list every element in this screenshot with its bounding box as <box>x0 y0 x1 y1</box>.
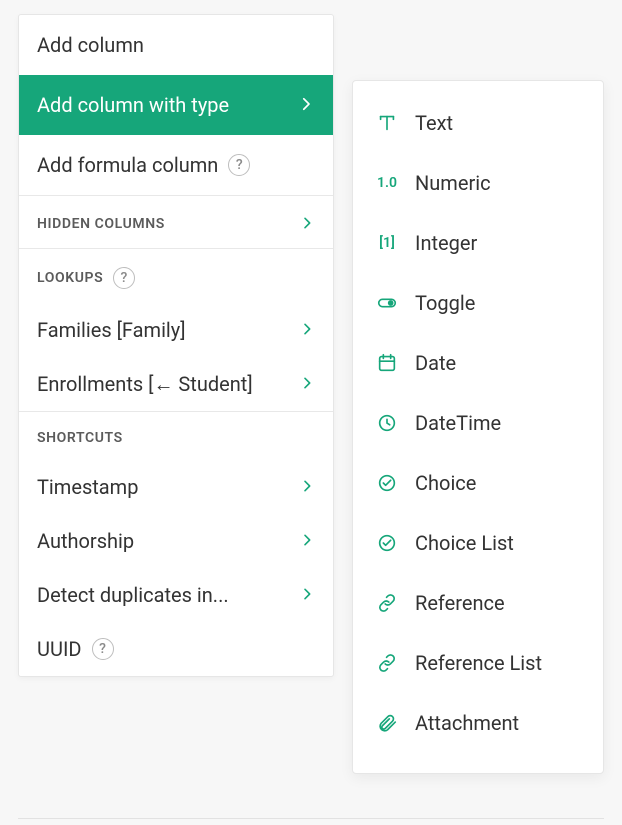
shortcut-item-timestamp[interactable]: Timestamp <box>19 460 333 514</box>
lookup-item-enrollments[interactable]: Enrollments [← Student] <box>19 357 333 411</box>
choice-icon <box>375 531 399 555</box>
add-formula-column-item[interactable]: Add formula column ? <box>19 135 333 195</box>
shortcuts-label: SHORTCUTS <box>37 430 123 446</box>
shortcut-item-uuid[interactable]: UUID ? <box>19 622 333 676</box>
chevron-right-icon <box>299 374 315 394</box>
type-item-choice-list[interactable]: Choice List <box>353 513 603 573</box>
type-label: Attachment <box>415 711 519 735</box>
lookup-item-families[interactable]: Families [Family] <box>19 303 333 357</box>
hidden-columns-label: HIDDEN COLUMNS <box>37 216 165 232</box>
text-icon <box>375 111 399 135</box>
type-item-numeric[interactable]: 1.0 Numeric <box>353 153 603 213</box>
reference-icon <box>375 651 399 675</box>
type-label: Choice List <box>415 531 514 555</box>
chevron-right-icon <box>299 320 315 340</box>
shortcuts-section: SHORTCUTS <box>19 412 333 460</box>
chevron-right-icon <box>299 477 315 497</box>
lookup-label: Enrollments [← Student] <box>37 372 253 397</box>
toggle-icon <box>375 291 399 315</box>
attachment-icon <box>375 711 399 735</box>
type-item-choice[interactable]: Choice <box>353 453 603 513</box>
type-label: Numeric <box>415 171 491 195</box>
add-column-item[interactable]: Add column <box>19 15 333 75</box>
shortcut-label: Authorship <box>37 529 134 553</box>
type-label: Integer <box>415 231 477 255</box>
lookups-label: LOOKUPS <box>37 270 103 286</box>
lookups-section: LOOKUPS ? <box>19 249 333 303</box>
type-item-datetime[interactable]: DateTime <box>353 393 603 453</box>
add-column-with-type-item[interactable]: Add column with type <box>19 75 333 135</box>
shortcut-label: Detect duplicates in... <box>37 583 229 607</box>
shortcut-label: UUID <box>37 637 82 661</box>
type-label: DateTime <box>415 411 501 435</box>
type-item-date[interactable]: Date <box>353 333 603 393</box>
type-label: Toggle <box>415 291 475 315</box>
chevron-right-icon <box>299 214 315 234</box>
type-item-integer[interactable]: [1] Integer <box>353 213 603 273</box>
type-item-reference-list[interactable]: Reference List <box>353 633 603 693</box>
type-item-reference[interactable]: Reference <box>353 573 603 633</box>
column-type-submenu: Text 1.0 Numeric [1] Integer Toggle Date… <box>352 80 604 774</box>
type-label: Reference List <box>415 651 542 675</box>
type-item-attachment[interactable]: Attachment <box>353 693 603 753</box>
datetime-icon <box>375 411 399 435</box>
shortcut-label: Timestamp <box>37 475 138 499</box>
help-icon[interactable]: ? <box>92 638 114 660</box>
type-label: Reference <box>415 591 505 615</box>
choice-icon <box>375 471 399 495</box>
type-item-toggle[interactable]: Toggle <box>353 273 603 333</box>
column-context-menu: Add column Add column with type Add form… <box>18 14 334 677</box>
reference-icon <box>375 591 399 615</box>
chevron-right-icon <box>297 95 315 116</box>
divider <box>18 818 604 819</box>
integer-icon: [1] <box>375 231 399 255</box>
chevron-right-icon <box>299 531 315 551</box>
add-column-label: Add column <box>37 33 144 57</box>
chevron-right-icon <box>299 585 315 605</box>
hidden-columns-section[interactable]: HIDDEN COLUMNS <box>19 196 333 248</box>
date-icon <box>375 351 399 375</box>
type-label: Choice <box>415 471 476 495</box>
numeric-icon: 1.0 <box>375 171 399 195</box>
shortcut-item-authorship[interactable]: Authorship <box>19 514 333 568</box>
type-label: Date <box>415 351 456 375</box>
help-icon[interactable]: ? <box>228 154 250 176</box>
add-column-with-type-label: Add column with type <box>37 93 229 117</box>
help-icon[interactable]: ? <box>113 267 135 289</box>
lookup-label: Families [Family] <box>37 318 186 342</box>
shortcut-item-detect-duplicates[interactable]: Detect duplicates in... <box>19 568 333 622</box>
type-label: Text <box>415 111 453 135</box>
type-item-text[interactable]: Text <box>353 93 603 153</box>
add-formula-column-label: Add formula column <box>37 153 218 177</box>
